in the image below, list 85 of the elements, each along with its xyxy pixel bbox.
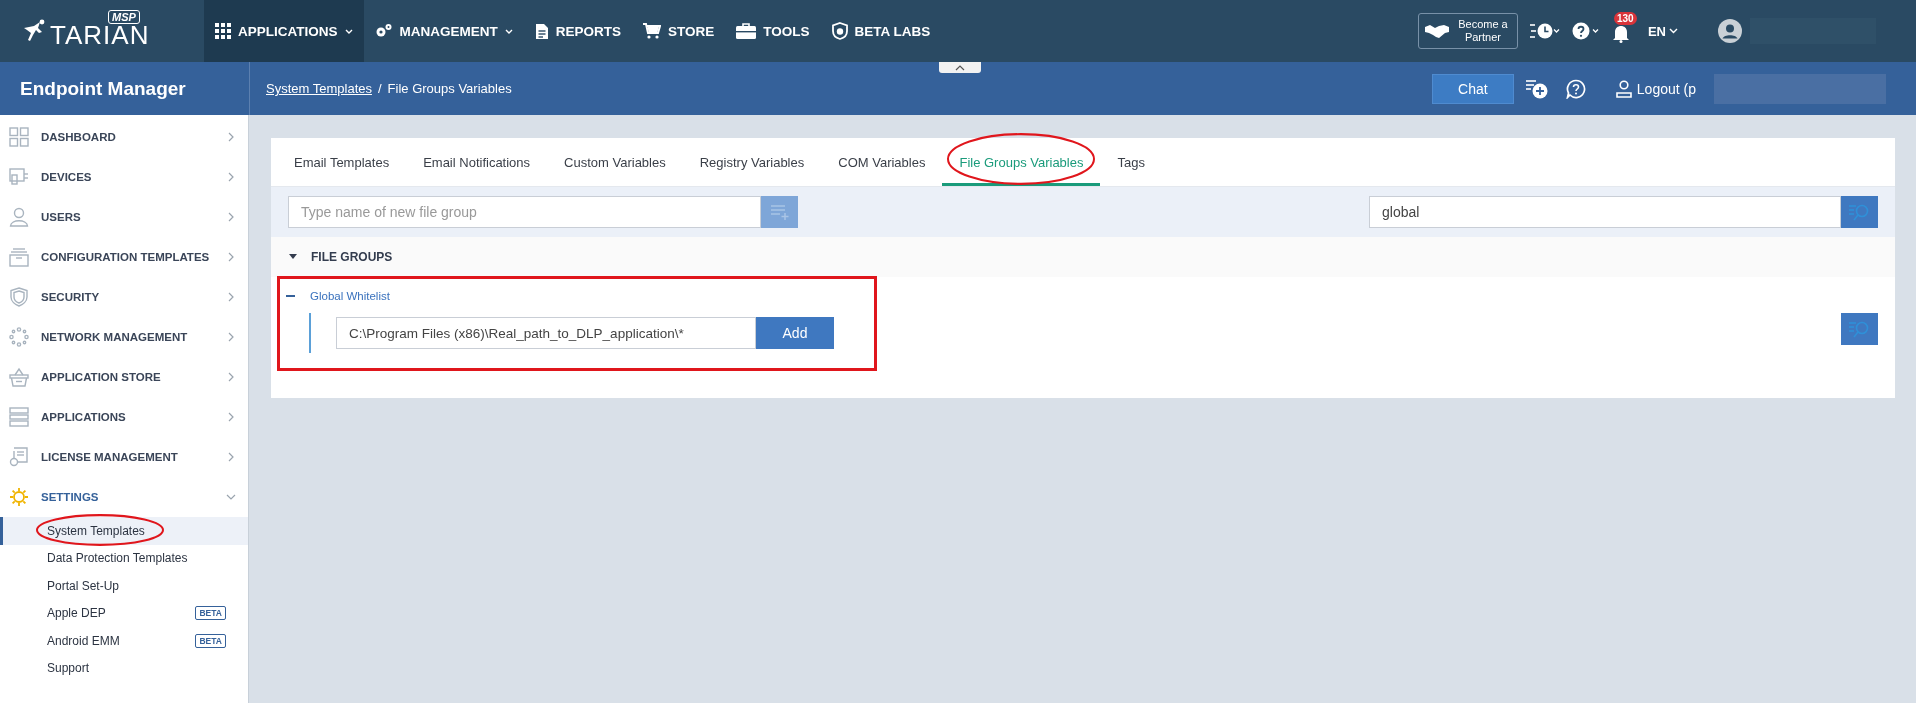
tab[interactable]: Email Templates: [277, 138, 407, 186]
user-icon: [1615, 79, 1632, 98]
tab[interactable]: Registry Variables: [682, 138, 822, 186]
sidebar-subitem[interactable]: Support: [0, 654, 248, 682]
beta-badge: BETA: [195, 606, 226, 621]
section-title: FILE GROUPS: [311, 250, 393, 264]
logo[interactable]: TARIAN MSP: [0, 0, 204, 62]
grid-icon: [215, 23, 231, 39]
collapse-button[interactable]: [939, 62, 981, 73]
logout-link[interactable]: Logout (p: [1615, 79, 1696, 98]
nav-item[interactable]: APPLICATIONS: [204, 0, 364, 62]
history-icon: [1529, 22, 1560, 40]
chevron-right-icon: [226, 372, 236, 382]
sidebar-item[interactable]: CONFIGURATION TEMPLATES: [0, 237, 248, 277]
brand-badge: MSP: [108, 10, 140, 24]
chat-button[interactable]: Chat: [1431, 73, 1514, 104]
tab[interactable]: Email Notifications: [406, 138, 548, 186]
breadcrumb-link[interactable]: System Templates: [266, 81, 372, 96]
certificate-icon: [9, 447, 29, 467]
toolbox-icon: [736, 23, 757, 39]
shield-icon: [831, 22, 848, 40]
search-field[interactable]: global: [1369, 196, 1841, 228]
sidebar-item[interactable]: LICENSE MANAGEMENT: [0, 437, 248, 477]
basket-icon: [9, 367, 29, 387]
group-name-link[interactable]: Global Whitelist: [310, 290, 390, 302]
beta-badge: BETA: [195, 633, 226, 648]
path-field[interactable]: C:\Program Files (x86)\Real_path_to_DLP_application\*: [336, 317, 756, 349]
sidebar-item[interactable]: SETTINGS: [0, 477, 248, 517]
sidebar-item[interactable]: SECURITY: [0, 277, 248, 317]
sidebar-item[interactable]: USERS: [0, 197, 248, 237]
sidebar-item[interactable]: NETWORK MANAGEMENT: [0, 317, 248, 357]
nav-item[interactable]: REPORTS: [523, 0, 633, 62]
bell-icon[interactable]: [1611, 23, 1630, 43]
tab[interactable]: Tags: [1100, 138, 1162, 186]
caret-up-icon: [955, 64, 965, 71]
gears-icon: [374, 23, 393, 39]
sidebar-item[interactable]: APPLICATION STORE: [0, 357, 248, 397]
shield-icon: [9, 287, 29, 307]
become-partner-button[interactable]: Become a Partner: [1417, 13, 1518, 49]
nav-item[interactable]: MANAGEMENT: [363, 0, 524, 62]
chevron-right-icon: [226, 412, 236, 422]
add-button[interactable]: Add: [756, 317, 834, 349]
chevron-right-icon: [226, 332, 236, 342]
sidebar-item[interactable]: DEVICES: [0, 157, 248, 197]
cart-icon: [643, 23, 662, 39]
gear-icon: [9, 487, 29, 507]
chevron-right-icon: [226, 252, 236, 262]
tray-icon: [9, 247, 29, 267]
help-icon: [1571, 22, 1600, 40]
tab[interactable]: COM Variables: [821, 138, 943, 186]
monitor-icon: [9, 167, 29, 187]
help-button[interactable]: [1571, 22, 1600, 40]
history-button[interactable]: [1529, 22, 1560, 40]
add-list-icon[interactable]: [1525, 78, 1548, 99]
sidebar-item[interactable]: DASHBOARD: [0, 117, 248, 157]
language-selector[interactable]: EN: [1647, 23, 1678, 39]
sidebar-subitem[interactable]: Apple DEP BETA: [0, 599, 248, 627]
tab[interactable]: Custom Variables: [547, 138, 683, 186]
breadcrumb-separator: /: [377, 81, 382, 96]
sidebar-item[interactable]: APPLICATIONS: [0, 397, 248, 437]
help-chat-icon[interactable]: [1565, 78, 1586, 99]
chevron-right-icon: [226, 172, 236, 182]
add-list-icon: [769, 203, 790, 221]
sidebar-subitem[interactable]: Android EMM BETA: [0, 627, 248, 655]
nav-item[interactable]: STORE: [632, 0, 726, 62]
server-icon: [9, 407, 29, 427]
sidebar-subitem[interactable]: Portal Set-Up: [0, 572, 248, 600]
network-icon: [9, 327, 29, 347]
chevron-right-icon: [226, 452, 236, 462]
chevron-down-icon: [226, 492, 236, 502]
sidebar-subitem[interactable]: Data Protection Templates: [0, 544, 248, 572]
dashboard-icon: [9, 127, 29, 147]
avatar-icon[interactable]: [1718, 19, 1742, 43]
sidebar-subitem[interactable]: System Templates: [0, 517, 248, 545]
nav-item[interactable]: BETA LABS: [820, 0, 942, 62]
user-icon: [9, 207, 29, 227]
new-group-field[interactable]: Type name of new file group: [288, 196, 761, 228]
breadcrumb-current: File Groups Variables: [387, 81, 512, 96]
chevron-right-icon: [226, 212, 236, 222]
nav-item[interactable]: TOOLS: [725, 0, 821, 62]
notification-badge: 130: [1613, 12, 1637, 25]
chevron-right-icon: [226, 132, 236, 142]
document-icon: [534, 22, 549, 40]
chevron-right-icon: [226, 292, 236, 302]
caret-icon: [1669, 28, 1678, 34]
